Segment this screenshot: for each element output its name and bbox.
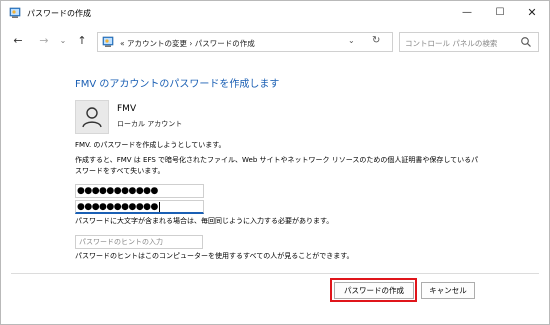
back-button[interactable]: ← — [11, 34, 25, 48]
page-title: FMV のアカウントのパスワードを作成します — [75, 79, 280, 90]
breadcrumb[interactable]: « アカウントの変更 › パスワードの作成 — [120, 38, 255, 49]
search-input[interactable]: コントロール パネルの検索 — [405, 38, 497, 49]
hint-visibility-note: パスワードのヒントはこのコンピューターを使用するすべての人が見ることができます。 — [75, 252, 354, 260]
account-type: ローカル アカウント — [117, 120, 183, 128]
maximize-button[interactable]: ☐ — [486, 5, 514, 21]
password-create-window: パスワードの作成 — ☐ ✕ ← → ⌄ ↑ « アカウントの変更 › パスワー… — [0, 0, 550, 325]
search-icon — [521, 37, 531, 47]
warning-text: 作成すると、FMV は EFS で暗号化されたファイル、Web サイトやネットワ… — [75, 156, 479, 175]
control-panel-icon — [102, 36, 114, 47]
text-caret — [158, 201, 160, 212]
navigation-bar: ← → ⌄ ↑ « アカウントの変更 › パスワードの作成 ⌄ ↻ コントロール… — [1, 25, 549, 57]
title-bar: パスワードの作成 — ☐ ✕ — [1, 1, 549, 25]
password-hint-field[interactable] — [75, 235, 203, 249]
recent-locations-button[interactable]: ⌄ — [56, 34, 70, 48]
create-password-button[interactable]: パスワードの作成 — [334, 282, 414, 299]
avatar — [75, 100, 109, 134]
account-name: FMV — [117, 104, 137, 114]
forward-button[interactable]: → — [37, 34, 51, 48]
close-button[interactable]: ✕ — [518, 5, 546, 21]
address-bar[interactable]: « アカウントの変更 › パスワードの作成 ⌄ ↻ — [97, 32, 393, 52]
window-title: パスワードの作成 — [27, 9, 91, 18]
chevron-down-icon[interactable]: ⌄ — [348, 36, 355, 45]
case-sensitivity-note: パスワードに大文字が含まれる場合は、毎回同じように入力する必要があります。 — [75, 217, 334, 225]
footer-divider — [11, 273, 539, 274]
new-password-field[interactable]: ●●●●●●●●●●● — [75, 184, 204, 198]
control-panel-icon — [9, 7, 21, 18]
password-hint-input[interactable] — [76, 236, 201, 248]
confirm-password-mask: ●●●●●●●●●●● — [77, 202, 158, 212]
cancel-button[interactable]: キャンセル — [421, 282, 475, 299]
up-button[interactable]: ↑ — [75, 34, 89, 48]
minimize-button[interactable]: — — [453, 5, 481, 21]
confirm-password-field[interactable]: ●●●●●●●●●●● — [75, 200, 204, 214]
refresh-icon[interactable]: ↻ — [372, 35, 380, 46]
intro-text: FMV. のパスワードを作成しようとしています。 — [75, 141, 226, 149]
password-mask: ●●●●●●●●●●● — [77, 186, 158, 196]
search-box[interactable]: コントロール パネルの検索 — [399, 32, 539, 52]
main-content: FMV のアカウントのパスワードを作成します FMV ローカル アカウント FM… — [1, 57, 549, 272]
user-icon — [82, 107, 102, 128]
